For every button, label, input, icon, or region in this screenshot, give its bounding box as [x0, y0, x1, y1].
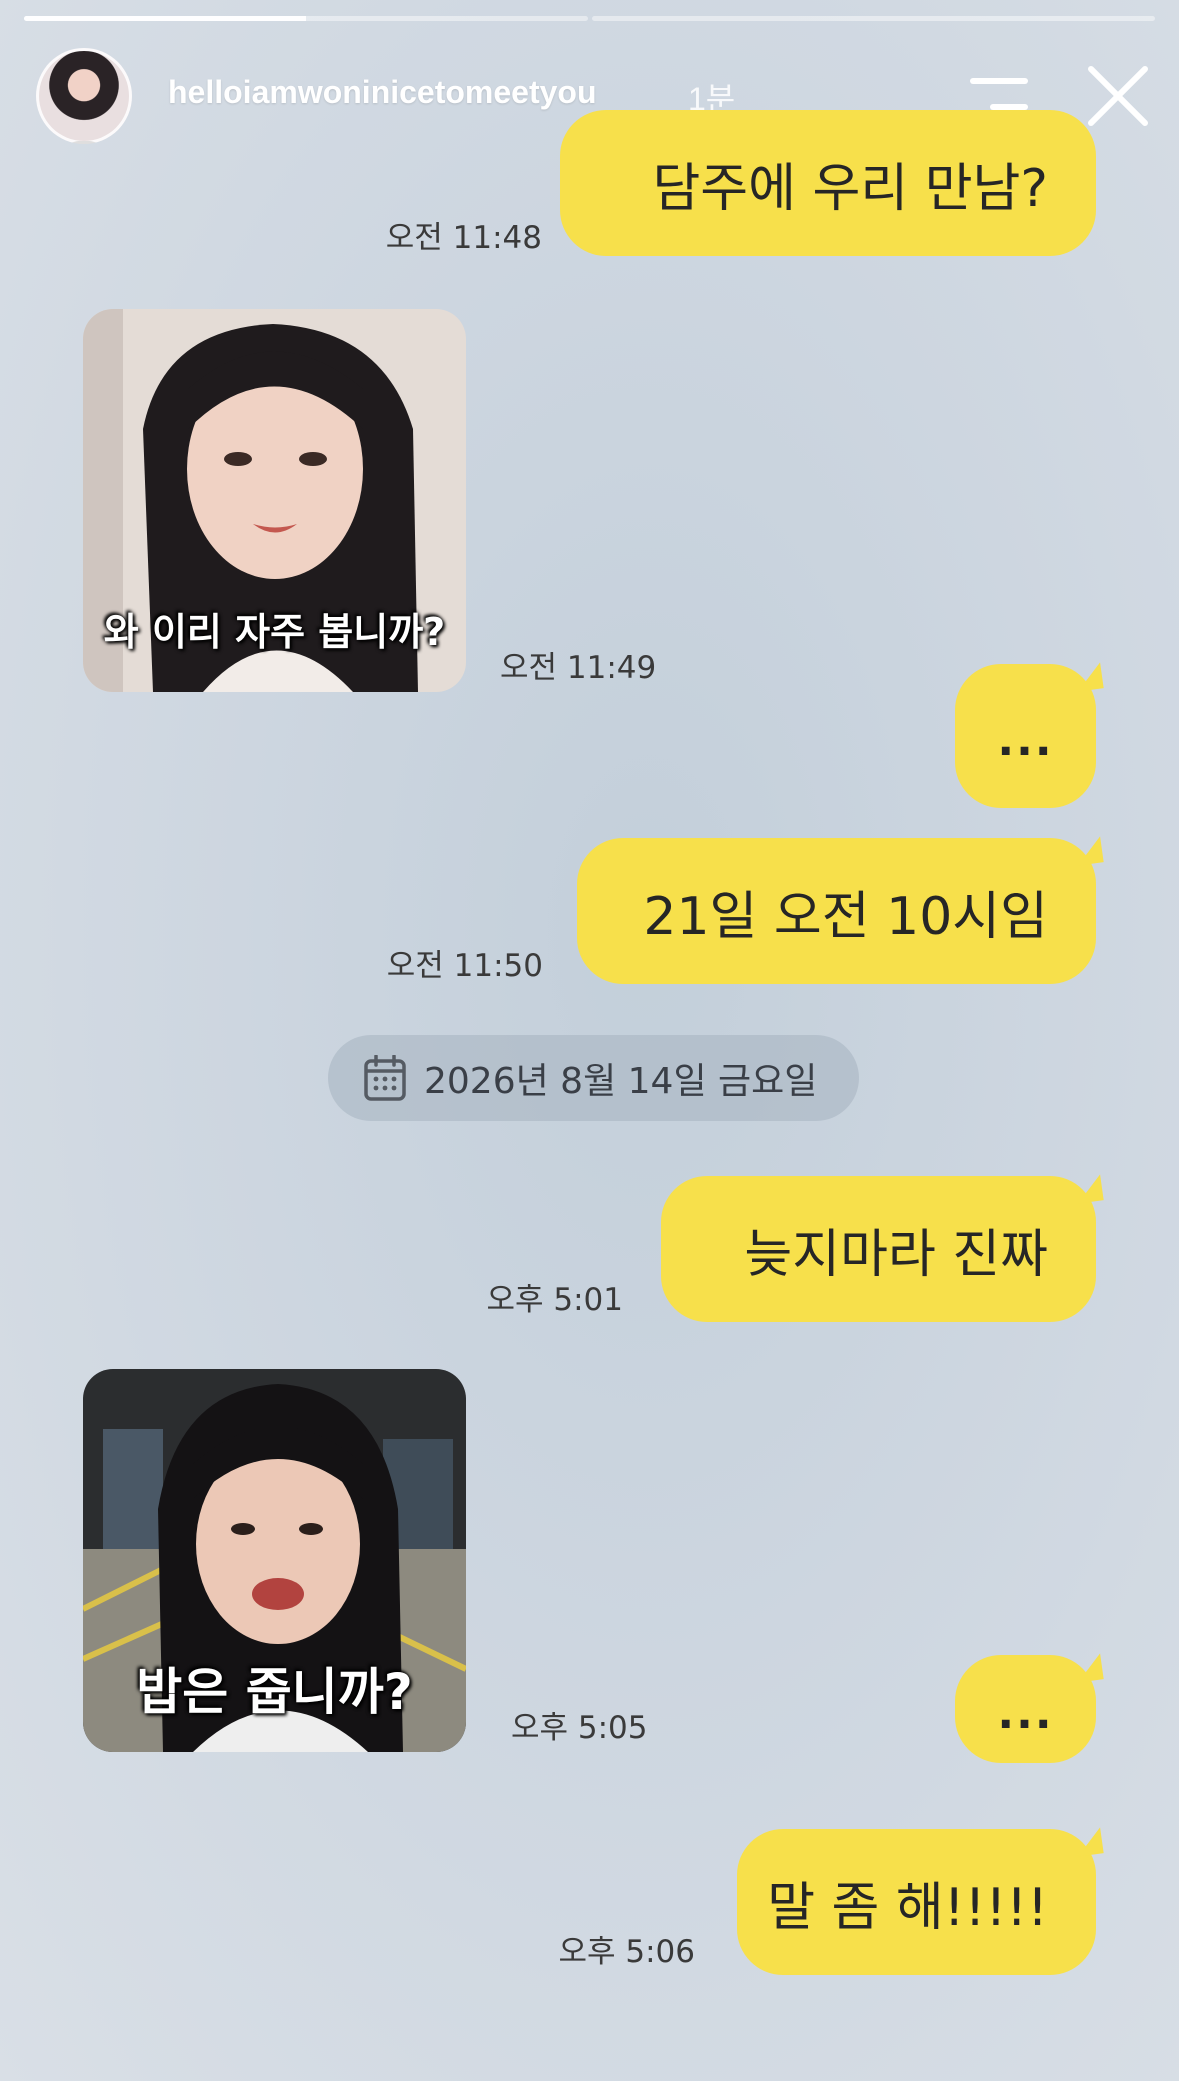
message-text: ...	[997, 715, 1054, 766]
message-bubble: 말 좀 해!!!!!	[737, 1829, 1096, 1975]
photo-caption: 와 이리 자주 봅니까?	[103, 610, 446, 654]
message-timestamp: 오후 5:05	[511, 1710, 648, 1746]
message-timestamp: 오전 11:48	[385, 220, 542, 256]
story-progress-2	[592, 16, 1155, 21]
message-bubble: ...	[955, 1655, 1096, 1763]
photo-caption: 밥은 줍니까?	[136, 1663, 413, 1721]
story-progress-1	[24, 16, 588, 21]
message-photo[interactable]: 밥은 줍니까?	[83, 1369, 466, 1752]
message-timestamp: 오전 11:49	[500, 650, 657, 686]
message-text: 담주에 우리 만남?	[652, 158, 1048, 219]
close-icon[interactable]	[1088, 66, 1148, 126]
message-bubble: 늦지마라 진짜	[661, 1176, 1096, 1322]
message-bubble: 담주에 우리 만남?	[560, 110, 1096, 256]
message-bubble: 21일 오전 10시임	[577, 838, 1096, 984]
message-bubble: ...	[955, 664, 1096, 808]
message-text: 21일 오전 10시임	[643, 886, 1048, 947]
avatar[interactable]	[36, 48, 132, 144]
message-photo[interactable]: 와 이리 자주 봅니까?	[83, 309, 466, 692]
message-text: 말 좀 해!!!!!	[767, 1877, 1048, 1938]
calendar-icon	[364, 1055, 406, 1101]
username[interactable]: helloiamwoninicetomeetyou	[168, 74, 597, 111]
message-timestamp: 오후 5:06	[558, 1934, 695, 1970]
message-timestamp: 오전 11:50	[386, 948, 543, 984]
message-timestamp: 오후 5:01	[486, 1282, 623, 1318]
date-divider: 2026년 8월 14일 금요일	[328, 1035, 859, 1121]
story-progress-fill-1	[24, 16, 306, 21]
message-text: 늦지마라 진짜	[744, 1224, 1048, 1285]
date-divider-text: 2026년 8월 14일 금요일	[424, 1061, 818, 1102]
message-text: ...	[997, 1688, 1054, 1739]
